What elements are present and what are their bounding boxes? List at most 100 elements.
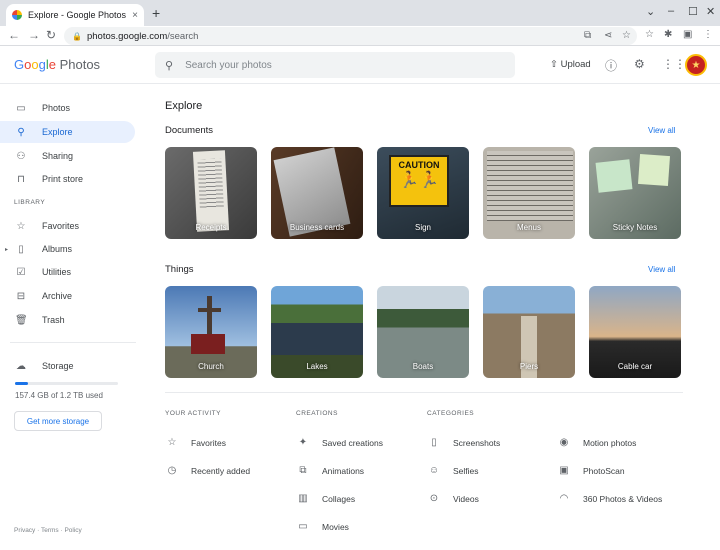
link-screenshots[interactable]: ▯ Screenshots — [427, 437, 500, 448]
sidebar-item-storage[interactable]: ☁ Storage — [0, 355, 135, 377]
card-label: Business cards — [289, 223, 345, 232]
card-label: Boats — [412, 362, 434, 371]
sidebar-item-archive[interactable]: ⊟ Archive — [0, 285, 135, 307]
card-label: Lakes — [306, 362, 328, 371]
sidebar-item-label: Explore — [42, 127, 73, 137]
app-header: Google Photos ⚲ ⇧ Upload ⓘ ⚙ ⋮⋮ ★ — [0, 46, 720, 84]
sidebar-item-utilities[interactable]: ☑ Utilities — [0, 261, 135, 283]
link-saved-creations[interactable]: ✦ Saved creations — [296, 437, 383, 448]
tab-close-icon[interactable]: × — [132, 10, 138, 21]
maximize-icon[interactable]: ☐ — [688, 5, 698, 18]
upload-label: Upload — [560, 59, 591, 70]
link-motion-photos[interactable]: ◉ Motion photos — [557, 437, 637, 448]
link-label: Favorites — [191, 437, 226, 448]
upload-button[interactable]: ⇧ Upload — [550, 59, 591, 70]
caution-sign: CAUTION 🏃🏃 — [389, 155, 449, 207]
link-selfies[interactable]: ☺ Selfies — [427, 465, 479, 476]
phone-icon: ▯ — [431, 437, 437, 448]
reload-icon[interactable]: ↻ — [46, 28, 56, 42]
url-host: photos.google.com — [86, 30, 168, 42]
sidebar-item-label: Albums — [42, 244, 73, 254]
extensions-puzzle-icon[interactable]: ✱ — [664, 29, 672, 40]
link-collages[interactable]: ▥ Collages — [296, 493, 355, 504]
link-videos[interactable]: ⊙ Videos — [427, 493, 479, 504]
categories-header: CATEGORIES — [427, 410, 475, 417]
bookmark-star-icon[interactable]: ☆ — [622, 30, 631, 41]
sidebar-item-label: Archive — [42, 291, 73, 301]
browser-menu-icon[interactable]: ⋮ — [703, 29, 713, 40]
link-label: Recently added — [191, 465, 251, 476]
link-photoscan[interactable]: ▣ PhotoScan — [557, 465, 624, 476]
sidebar-item-print-store[interactable]: ⊓ Print store — [0, 168, 135, 190]
documents-heading: Documents — [165, 125, 214, 136]
page-title: Explore — [165, 100, 203, 112]
sidebar-item-label: Sharing — [42, 151, 74, 161]
card-sticky-notes[interactable]: Sticky Notes — [589, 147, 681, 239]
link-movies[interactable]: ▭ Movies — [296, 521, 349, 532]
help-icon[interactable]: ⓘ — [605, 57, 617, 74]
tab-search-icon[interactable]: ⌄ — [646, 5, 655, 18]
window-close-icon[interactable]: ✕ — [706, 5, 715, 18]
church-sign — [191, 334, 225, 354]
album-icon: ▯ — [18, 243, 24, 255]
sidebar-item-favorites[interactable]: ☆ Favorites — [0, 215, 135, 237]
url-field[interactable]: 🔒 photos.google.com/search ⧉ ⋖ ☆ — [64, 27, 637, 45]
search-input[interactable] — [185, 59, 486, 71]
sidebar-item-albums[interactable]: ▸ ▯ Albums — [0, 238, 135, 260]
install-icon[interactable]: ⧉ — [584, 30, 591, 41]
card-lakes[interactable]: Lakes — [271, 286, 363, 378]
sidebar-item-sharing[interactable]: ⚇ Sharing — [0, 145, 135, 167]
link-360-photos[interactable]: ◠ 360 Photos & Videos — [557, 493, 663, 504]
search-icon: ⚲ — [17, 126, 25, 138]
running-people-icon: 🏃🏃 — [399, 172, 439, 189]
sidebar-item-label: Favorites — [42, 221, 80, 231]
back-icon[interactable]: ← — [8, 28, 20, 42]
sidebar-item-trash[interactable]: 🗑 Trash — [0, 309, 135, 331]
link-recently-added[interactable]: ◷ Recently added — [165, 465, 250, 476]
search-box[interactable]: ⚲ — [155, 52, 515, 78]
google-photos-logo[interactable]: Google Photos — [14, 57, 100, 72]
things-view-all-link[interactable]: View all — [648, 265, 675, 274]
sidebar-item-explore[interactable]: ⚲ Explore — [0, 121, 135, 143]
forward-icon[interactable]: → — [28, 28, 40, 42]
footer-links[interactable]: Privacy · Terms · Policy — [14, 527, 82, 534]
storage-progress-fill — [15, 382, 29, 385]
search-icon[interactable]: ⚲ — [165, 59, 173, 72]
card-receipts[interactable]: Receipts — [165, 147, 257, 239]
documents-view-all-link[interactable]: View all — [648, 126, 675, 135]
extension-star-icon[interactable]: ☆ — [645, 29, 654, 40]
card-sign[interactable]: CAUTION 🏃🏃 Sign — [377, 147, 469, 239]
lock-icon: 🔒 — [72, 31, 82, 41]
apps-grid-icon[interactable]: ⋮⋮ — [662, 57, 686, 71]
card-boats[interactable]: Boats — [377, 286, 469, 378]
card-church[interactable]: Church — [165, 286, 257, 378]
browser-tab[interactable]: Explore - Google Photos × — [6, 4, 144, 26]
get-more-storage-button[interactable]: Get more storage — [14, 411, 102, 431]
storage-progress-bar — [15, 382, 118, 385]
link-label: Selfies — [453, 465, 479, 476]
sidebar-item-label: Utilities — [42, 267, 72, 277]
card-piers[interactable]: Piers — [483, 286, 575, 378]
link-label: Videos — [453, 493, 479, 504]
minimize-icon[interactable]: – — [668, 5, 674, 17]
share-icon[interactable]: ⋖ — [604, 30, 612, 41]
motion-icon: ◉ — [559, 437, 569, 448]
link-animations[interactable]: ⧉ Animations — [296, 465, 364, 476]
avatar[interactable]: ★ — [685, 54, 707, 76]
sidebar-item-photos[interactable]: ▭ Photos — [0, 97, 135, 119]
card-menus[interactable]: Menus — [483, 147, 575, 239]
creations-header: CREATIONS — [296, 410, 338, 417]
sidepanel-icon[interactable]: ▣ — [683, 29, 692, 40]
new-tab-button[interactable]: + — [152, 6, 160, 20]
receipt-paper — [192, 150, 230, 232]
card-cable-car[interactable]: Cable car — [589, 286, 681, 378]
sparkle-icon: ✦ — [298, 437, 308, 448]
browser-tab-bar: Explore - Google Photos × + ⌄ – ☐ ✕ — [0, 0, 720, 26]
settings-gear-icon[interactable]: ⚙ — [634, 57, 645, 71]
sidebar-item-label: Storage — [42, 361, 74, 371]
expand-arrow-icon[interactable]: ▸ — [5, 246, 8, 253]
card-business-cards[interactable]: Business cards — [271, 147, 363, 239]
card-label: Menus — [516, 223, 541, 232]
collage-icon: ▥ — [298, 493, 308, 504]
link-favorites[interactable]: ☆ Favorites — [165, 437, 226, 448]
